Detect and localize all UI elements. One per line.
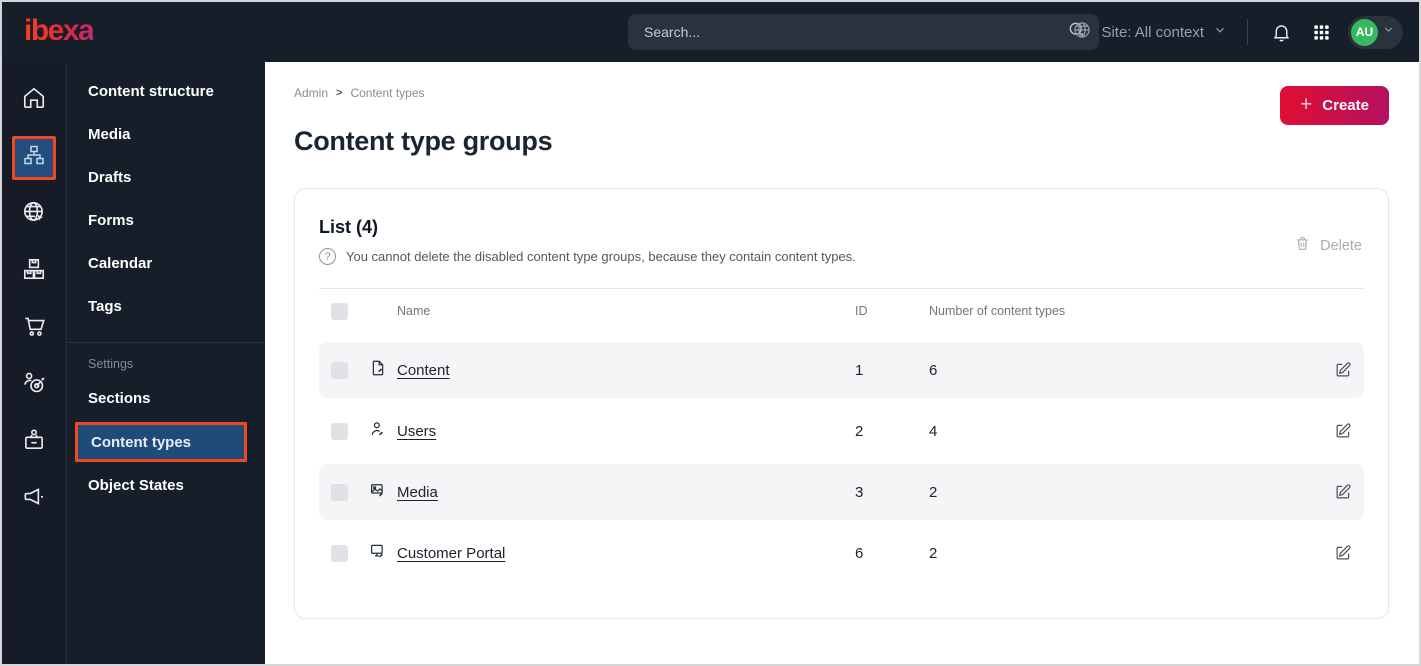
group-link[interactable]: Content [397, 362, 450, 379]
id-badge-icon [21, 427, 47, 458]
topbar-actions: Site: All context AU [1072, 2, 1403, 62]
card-divider [319, 288, 1364, 289]
site-context-label: Site: All context [1101, 23, 1204, 41]
sidebar-item-forms[interactable]: Forms [67, 199, 265, 242]
table-row-customer-portal[interactable]: Customer Portal 6 2 [319, 525, 1364, 581]
page-title: Content type groups [294, 126, 553, 156]
plus-icon: + [1300, 93, 1313, 116]
chevron-down-icon [1213, 23, 1227, 41]
boxes-icon [21, 256, 47, 287]
create-button-label: Create [1322, 97, 1369, 114]
delete-button[interactable]: Delete [1294, 235, 1362, 256]
content-type-groups-card: List (4) ? You cannot delete the disable… [294, 188, 1389, 619]
sidebar-settings-header: Settings [88, 357, 134, 371]
group-count: 6 [929, 361, 938, 379]
file-icon [369, 359, 387, 381]
sidebar-item-media[interactable]: Media [67, 113, 265, 156]
group-id: 2 [855, 422, 864, 440]
row-checkbox[interactable] [331, 422, 348, 440]
delete-button-label: Delete [1320, 237, 1362, 254]
person-target-icon [21, 370, 47, 401]
edit-icon[interactable] [1328, 361, 1352, 379]
sidebar-item-drafts[interactable]: Drafts [67, 156, 265, 199]
group-id: 6 [855, 544, 864, 562]
cart-icon [21, 313, 47, 344]
user-menu[interactable]: AU [1348, 15, 1403, 49]
nav-product-catalog[interactable] [10, 243, 58, 300]
top-bar: ibexa Site: All context [2, 2, 1419, 62]
nav-content-structure[interactable] [10, 129, 58, 186]
user-icon [369, 420, 387, 442]
home-icon [21, 85, 47, 116]
group-count: 4 [929, 422, 938, 440]
notifications-bell-icon[interactable] [1268, 19, 1294, 45]
search-input[interactable] [644, 24, 1067, 40]
topbar-divider [1247, 19, 1248, 45]
nav-admin[interactable] [10, 414, 58, 471]
table-header: Name ID Number of content types [319, 295, 1364, 327]
sidebar-item-tags[interactable]: Tags [67, 285, 265, 328]
megaphone-icon [21, 484, 47, 515]
user-avatar: AU [1351, 18, 1378, 46]
create-button[interactable]: + Create [1280, 86, 1389, 125]
sidebar-item-content-types[interactable]: Content types [75, 422, 247, 462]
select-all-checkbox[interactable] [331, 302, 348, 320]
chevron-down-icon [1382, 23, 1395, 41]
app-grid-icon[interactable] [1308, 19, 1334, 45]
sidebar-item-calendar[interactable]: Calendar [67, 242, 265, 285]
site-context-dropdown[interactable]: Site: All context [1072, 20, 1227, 44]
nav-site[interactable] [10, 186, 58, 243]
main-content: Admin > Content types + Create Content t… [265, 62, 1419, 664]
sidebar-item-sections[interactable]: Sections [67, 377, 265, 420]
column-header-count: Number of content types [929, 304, 1066, 318]
group-link[interactable]: Users [397, 423, 436, 440]
edit-icon[interactable] [1328, 544, 1352, 562]
sidebar-divider [67, 342, 265, 343]
breadcrumb-admin[interactable]: Admin [294, 86, 328, 100]
ibexa-logo: ibexa [24, 14, 95, 47]
column-header-name: Name [397, 304, 431, 318]
nav-marketing[interactable] [10, 471, 58, 528]
table-body: Content 1 6 Users 2 4 Media 3 2 Customer… [319, 342, 1364, 581]
help-icon: ? [319, 248, 336, 265]
global-search[interactable] [628, 14, 1099, 50]
list-note-text: You cannot delete the disabled content t… [346, 249, 856, 264]
globe-pointer-icon [21, 199, 47, 230]
group-count: 2 [929, 544, 938, 562]
image-icon [369, 481, 387, 503]
breadcrumb-content-types: Content types [350, 86, 425, 100]
group-link[interactable]: Customer Portal [397, 545, 505, 562]
table-row-users[interactable]: Users 2 4 [319, 403, 1364, 459]
edit-icon[interactable] [1328, 483, 1352, 501]
primary-nav-rail [2, 62, 67, 664]
nav-commerce[interactable] [10, 300, 58, 357]
breadcrumb: Admin > Content types [294, 86, 1389, 100]
table-row-media[interactable]: Media 3 2 [319, 464, 1364, 520]
nav-personalization[interactable] [10, 357, 58, 414]
list-title: List (4) [319, 217, 379, 237]
breadcrumb-separator: > [336, 87, 343, 99]
trash-icon [1294, 235, 1311, 256]
table-row-content[interactable]: Content 1 6 [319, 342, 1364, 398]
list-note: ? You cannot delete the disabled content… [319, 248, 1364, 265]
sidebar-item-content-structure[interactable]: Content structure [67, 70, 265, 113]
nav-home[interactable] [10, 72, 58, 129]
group-link[interactable]: Media [397, 484, 438, 501]
group-id: 3 [855, 483, 864, 501]
group-count: 2 [929, 483, 938, 501]
sidebar-menu: Content structure Media Drafts Forms Cal… [67, 62, 265, 664]
edit-icon[interactable] [1328, 422, 1352, 440]
sidebar-item-object-states[interactable]: Object States [67, 464, 265, 507]
column-header-id: ID [855, 304, 868, 318]
sitemap-icon [22, 143, 46, 172]
globe-icon [1072, 20, 1092, 44]
group-id: 1 [855, 361, 864, 379]
monitor-icon [369, 542, 387, 564]
app-window: ibexa Site: All context [0, 0, 1421, 666]
row-checkbox[interactable] [331, 483, 348, 501]
row-checkbox[interactable] [331, 544, 348, 562]
row-checkbox[interactable] [331, 361, 348, 379]
